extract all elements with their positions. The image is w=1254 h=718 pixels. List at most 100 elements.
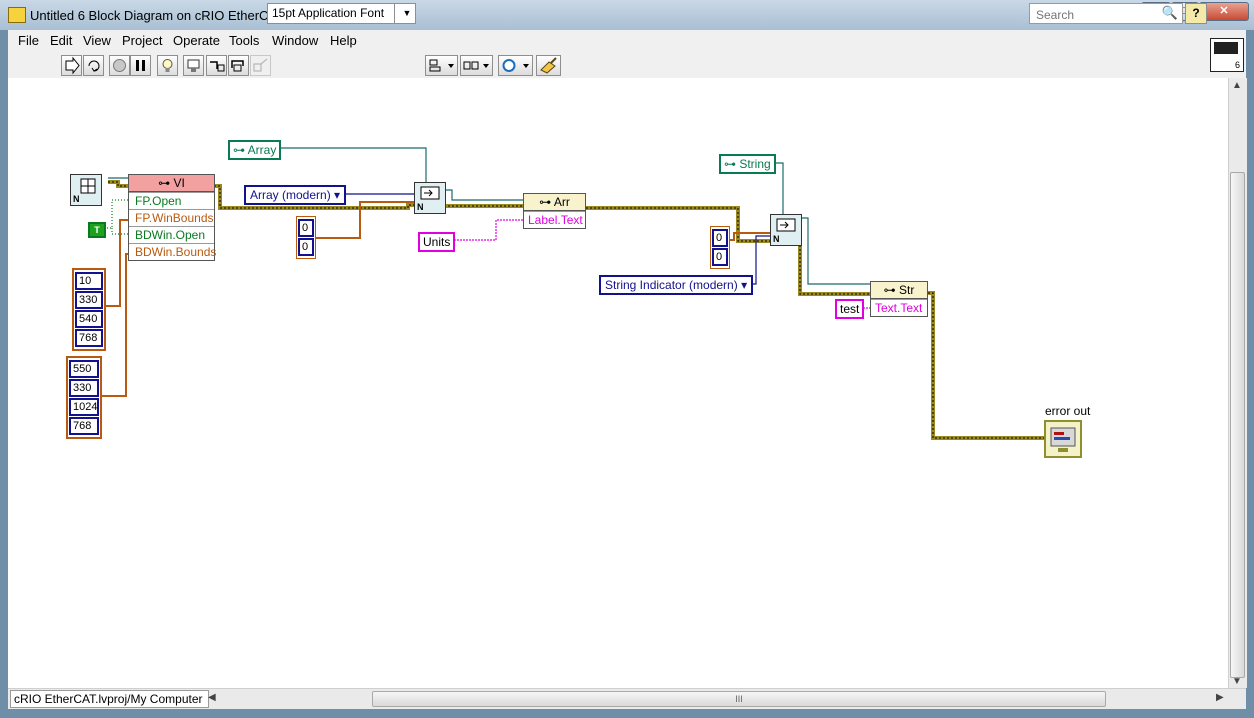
highlight-execution-button[interactable] (157, 55, 178, 76)
class-icon: ⊶ (883, 283, 899, 297)
step-over-button[interactable] (228, 55, 249, 76)
units-string-constant[interactable]: Units (418, 232, 456, 252)
abort-button[interactable] (109, 55, 130, 76)
svg-text:N: N (73, 194, 80, 204)
property-label-text[interactable]: Label.Text (524, 211, 585, 228)
run-continuously-icon (88, 60, 100, 72)
property-fp-open[interactable]: FP.Open (129, 192, 214, 209)
context-help-button[interactable]: ? (1185, 3, 1207, 24)
array-element[interactable]: 550 (69, 360, 99, 378)
search-input[interactable] (1034, 5, 1150, 24)
to-more-specific-class-node-string[interactable]: N (770, 214, 802, 246)
index-element[interactable]: 0 (298, 238, 314, 256)
svg-text:N: N (417, 202, 424, 212)
grid-icon: N (73, 178, 96, 204)
menu-tools[interactable]: Tools (229, 33, 259, 48)
text-settings-ring[interactable]: 15pt Application Font ▼ (267, 3, 416, 24)
vi-property-node[interactable]: ⊶ VI FP.Open FP.WinBounds BDWin.Open BDW… (128, 174, 216, 261)
property-fp-winbounds[interactable]: FP.WinBounds (129, 209, 214, 226)
array-element[interactable]: 330 (75, 291, 103, 309)
menu-file[interactable]: File (18, 33, 39, 48)
chevron-down-icon: ▾ (334, 188, 341, 202)
block-diagram-canvas[interactable]: N ⊶ VI FP.Open FP.WinBounds BDWin.Open B… (8, 78, 1228, 688)
index-element[interactable]: 0 (298, 219, 314, 237)
step-into-button[interactable] (206, 55, 227, 76)
reference-label: String (739, 157, 771, 171)
array-element[interactable]: 330 (69, 379, 99, 397)
search-box[interactable]: 🔍 (1029, 3, 1183, 24)
bd-bounds-array-constant[interactable]: 550 330 1024 768 (66, 356, 102, 439)
vertical-scroll-thumb[interactable] (1230, 172, 1245, 678)
array-class-ring[interactable]: Array (modern) ▾ (244, 185, 347, 205)
index-element[interactable]: 0 (712, 229, 728, 247)
arr-property-node[interactable]: ⊶ Arr Label.Text (523, 193, 586, 229)
error-out-label: error out (1045, 404, 1091, 418)
property-bdwin-open[interactable]: BDWin.Open (129, 226, 214, 243)
search-icon[interactable]: 🔍 (1162, 5, 1178, 21)
menu-project[interactable]: Project (122, 33, 162, 48)
distribute-objects-icon (463, 61, 489, 70)
property-node-header: ⊶ VI (129, 175, 214, 192)
property-node-class: Arr (553, 195, 570, 209)
fp-bounds-array-constant[interactable]: 10 330 540 768 (72, 268, 106, 351)
true-constant[interactable]: T (88, 222, 106, 238)
step-out-icon (253, 58, 268, 72)
clean-up-diagram-button[interactable] (536, 55, 561, 76)
to-more-specific-class-node[interactable]: N (414, 182, 446, 214)
reorder-button[interactable] (498, 55, 533, 76)
array-element[interactable]: 768 (75, 329, 103, 347)
class-cast-icon: N (773, 218, 796, 244)
scroll-down-arrow-icon[interactable]: ▼ (1232, 676, 1242, 687)
menu-edit[interactable]: Edit (50, 33, 72, 48)
align-objects-button[interactable] (425, 55, 458, 76)
vi-icon[interactable]: 6 (1210, 38, 1244, 72)
scroll-up-arrow-icon[interactable]: ▲ (1232, 80, 1242, 91)
chevron-down-icon: ▼ (394, 4, 415, 23)
run-continuously-button[interactable] (83, 55, 104, 76)
scroll-left-arrow-icon[interactable]: ◀ (208, 692, 216, 703)
wires-layer (100, 147, 1044, 440)
distribute-objects-button[interactable] (460, 55, 493, 76)
reorder-icon (502, 59, 529, 72)
array-element[interactable]: 1024 (69, 398, 99, 416)
stop-sign-icon (113, 59, 126, 72)
string-control-reference[interactable]: ⊶ String (719, 154, 776, 174)
property-node-class: VI (173, 176, 185, 190)
str-property-node[interactable]: ⊶ Str Text.Text (870, 281, 928, 317)
align-objects-icon (429, 59, 454, 72)
array-control-reference[interactable]: ⊶ Array (228, 140, 282, 160)
lightbulb-icon (162, 59, 173, 72)
property-text-text[interactable]: Text.Text (871, 299, 927, 316)
vi-icon-number: 6 (1234, 60, 1240, 70)
step-into-icon (210, 61, 225, 72)
horizontal-scroll-thumb[interactable]: III (372, 691, 1106, 707)
string-index-constant[interactable]: 0 0 (710, 226, 730, 269)
property-bdwin-bounds[interactable]: BDWin.Bounds (129, 243, 216, 260)
array-element[interactable]: 540 (75, 310, 103, 328)
array-index-constant[interactable]: 0 0 (296, 216, 316, 259)
vi-icon-screen (1214, 42, 1238, 54)
array-element[interactable]: 768 (69, 417, 99, 435)
index-element[interactable]: 0 (712, 248, 728, 266)
error-cluster-icon (1050, 427, 1076, 452)
ring-value: Array (modern) (250, 188, 331, 202)
labview-app-icon (8, 7, 26, 23)
menu-view[interactable]: View (83, 33, 111, 48)
menu-operate[interactable]: Operate (173, 33, 220, 48)
menu-help[interactable]: Help (330, 33, 357, 48)
test-string-constant[interactable]: test (835, 299, 865, 319)
step-over-icon (231, 60, 244, 72)
string-class-ring[interactable]: String Indicator (modern) ▾ (599, 275, 754, 295)
run-button[interactable] (61, 55, 82, 76)
run-arrow-icon (65, 56, 80, 75)
menu-window[interactable]: Window (272, 33, 318, 48)
pause-button[interactable] (130, 55, 151, 76)
step-out-button[interactable] (250, 55, 271, 76)
scroll-right-arrow-icon[interactable]: ▶ (1216, 692, 1224, 703)
property-node-header: ⊶ Arr (524, 194, 585, 211)
array-element[interactable]: 10 (75, 272, 103, 290)
ring-value: String Indicator (modern) (605, 278, 738, 292)
retain-wire-values-button[interactable] (183, 55, 204, 76)
error-out-indicator[interactable] (1044, 420, 1082, 458)
this-vi-reference-constant[interactable]: N (70, 174, 102, 206)
